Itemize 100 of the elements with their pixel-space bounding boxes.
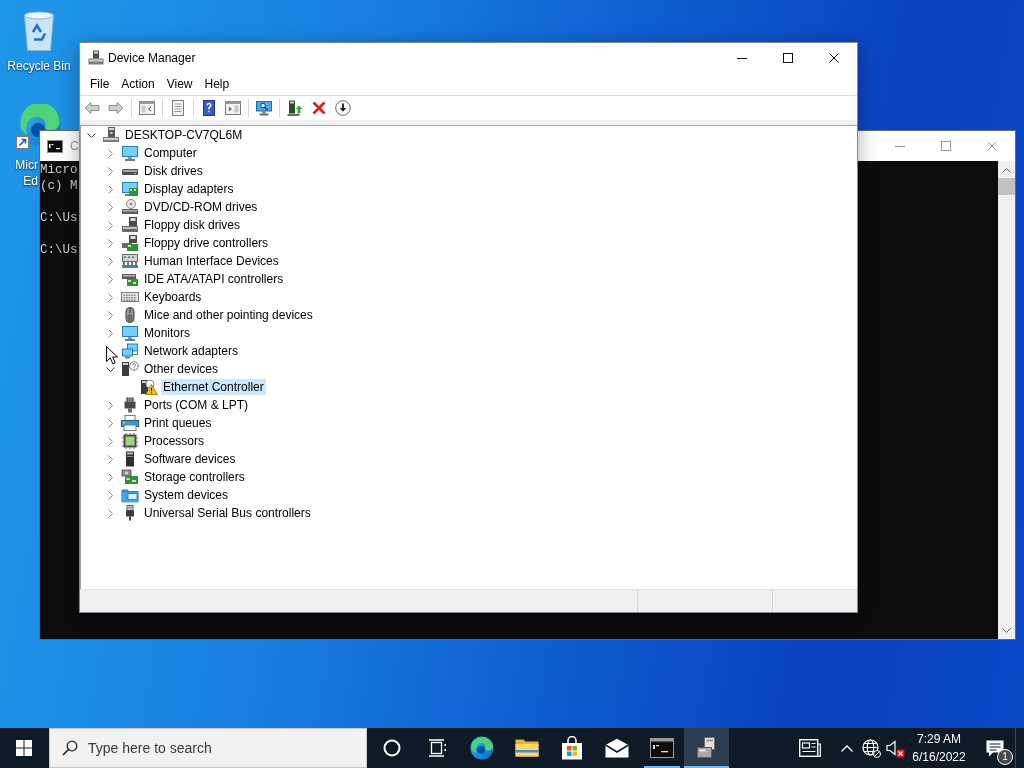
minimize-icon[interactable]	[737, 57, 747, 59]
system-folder-icon	[121, 487, 139, 503]
tree-item[interactable]: Processors	[142, 433, 207, 449]
notification-icon[interactable]	[986, 739, 1004, 757]
menu-item[interactable]: File	[84, 75, 116, 93]
controller-board-icon	[121, 271, 139, 287]
unknown-device-icon	[121, 361, 139, 377]
menu-item[interactable]: Help	[198, 75, 236, 93]
tree-item[interactable]: Mice and other pointing devices	[142, 307, 315, 323]
chevron-right-icon[interactable]	[108, 274, 113, 284]
delete-icon[interactable]	[311, 100, 327, 116]
computer-tower-icon	[102, 127, 120, 143]
shopping-bag-icon[interactable]	[560, 736, 583, 760]
scrollbar-thumb[interactable]	[998, 178, 1015, 195]
down-arrow-circle-icon[interactable]	[335, 100, 351, 116]
chip-icon	[121, 433, 139, 449]
chevron-right-icon[interactable]	[108, 400, 113, 410]
tree-item[interactable]: Ports (COM & LPT)	[142, 397, 250, 413]
tree-item[interactable]: Computer	[142, 145, 199, 161]
task-view-icon[interactable]	[426, 739, 447, 757]
envelope-icon[interactable]	[604, 738, 629, 758]
chevron-right-icon[interactable]	[108, 436, 113, 446]
tree-item[interactable]: Keyboards	[142, 289, 204, 305]
tree-item[interactable]: System devices	[142, 487, 231, 503]
chevron-right-icon[interactable]	[108, 490, 113, 500]
tree-item[interactable]: DVD/CD-ROM drives	[142, 199, 260, 215]
chevron-right-icon[interactable]	[108, 472, 113, 482]
chevron-right-icon[interactable]	[108, 166, 113, 176]
menu-item[interactable]: Action	[115, 75, 161, 93]
clock-date[interactable]: 6/16/2022	[912, 748, 966, 766]
device-up-arrow-icon[interactable]	[287, 100, 303, 116]
window-panes-icon[interactable]	[139, 100, 155, 116]
storage-controller-icon	[121, 469, 139, 485]
newspaper-icon[interactable]	[799, 739, 821, 757]
window-title: Device Manager	[108, 51, 196, 65]
maximize-icon[interactable]	[783, 53, 793, 63]
chevron-right-icon[interactable]	[108, 454, 113, 464]
tree-item[interactable]: Network adapters	[142, 343, 241, 359]
chevron-right-icon[interactable]	[108, 292, 113, 302]
monitor-search-icon[interactable]	[256, 100, 272, 116]
window-title: C	[70, 139, 79, 153]
console-line: (c) M	[40, 178, 78, 194]
speaker-muted-icon[interactable]	[885, 738, 905, 758]
globe-icon[interactable]	[861, 738, 881, 758]
tree-item[interactable]: Monitors	[142, 325, 192, 341]
console-line: Micro	[40, 162, 78, 178]
taskbar-button[interactable]	[684, 728, 729, 768]
search-field[interactable]: Type here to search	[49, 728, 367, 768]
floppy-drive-icon	[121, 217, 139, 233]
clock-time[interactable]: 7:29 AM	[917, 730, 961, 748]
monitor-icon	[121, 325, 139, 341]
tree-item[interactable]: Print queues	[142, 415, 214, 431]
network-monitors-icon	[121, 343, 139, 359]
chevron-right-icon[interactable]	[108, 310, 113, 320]
chevron-right-icon[interactable]	[108, 328, 113, 338]
disc-drive-icon	[121, 199, 139, 215]
tree-item[interactable]: Floppy drive controllers	[142, 235, 271, 251]
chevron-down-icon[interactable]	[87, 132, 96, 138]
chevron-right-icon[interactable]	[108, 220, 113, 230]
tree-item[interactable]: Universal Serial Bus controllers	[142, 505, 313, 521]
display-card-icon	[121, 181, 139, 197]
device-icon	[88, 50, 104, 66]
menu-item[interactable]: View	[160, 75, 199, 93]
tree-item[interactable]: IDE ATA/ATAPI controllers	[142, 271, 286, 287]
chevron-right-icon[interactable]	[108, 256, 113, 266]
folder-icon[interactable]	[514, 738, 539, 758]
tree-item[interactable]: Disk drives	[142, 163, 205, 179]
mouse-pointer-icon	[106, 346, 118, 365]
tree-item[interactable]: Human Interface Devices	[142, 253, 281, 269]
close-icon[interactable]	[829, 53, 839, 63]
console-line: C:\Us	[40, 242, 78, 258]
device-warning-icon	[140, 379, 158, 395]
chevron-right-icon[interactable]	[108, 202, 113, 212]
printer-icon	[121, 415, 139, 431]
chevron-down-icon[interactable]	[106, 366, 115, 372]
scrollbar[interactable]	[998, 161, 1015, 639]
caret-down-icon[interactable]	[1002, 628, 1011, 633]
console-icon	[47, 139, 63, 153]
tree-item[interactable]: Floppy disk drives	[142, 217, 243, 233]
input-device-icon	[121, 253, 139, 269]
tree-item[interactable]: DESKTOP-CV7QL6M	[123, 127, 245, 143]
chevron-right-icon[interactable]	[108, 238, 113, 248]
help-icon[interactable]	[201, 100, 217, 116]
tree-item[interactable]: Software devices	[142, 451, 238, 467]
tree-item[interactable]: Storage controllers	[142, 469, 247, 485]
tree-item[interactable]: Ethernet Controller	[161, 379, 266, 395]
chevron-right-icon[interactable]	[108, 184, 113, 194]
document-icon[interactable]	[170, 100, 186, 116]
chevron-right-icon[interactable]	[108, 508, 113, 518]
tree-item[interactable]: Display adapters	[142, 181, 236, 197]
tree-item[interactable]: Other devices	[142, 361, 221, 377]
chevron-right-icon[interactable]	[108, 418, 113, 428]
notification-count: 1	[997, 749, 1013, 765]
console-icon[interactable]	[649, 738, 674, 758]
ring-icon[interactable]	[382, 739, 401, 757]
browser-icon[interactable]	[469, 736, 494, 760]
keyboard-icon	[121, 289, 139, 305]
chevron-right-icon[interactable]	[108, 148, 113, 158]
monitor-icon	[121, 145, 139, 161]
search-icon	[62, 740, 78, 756]
